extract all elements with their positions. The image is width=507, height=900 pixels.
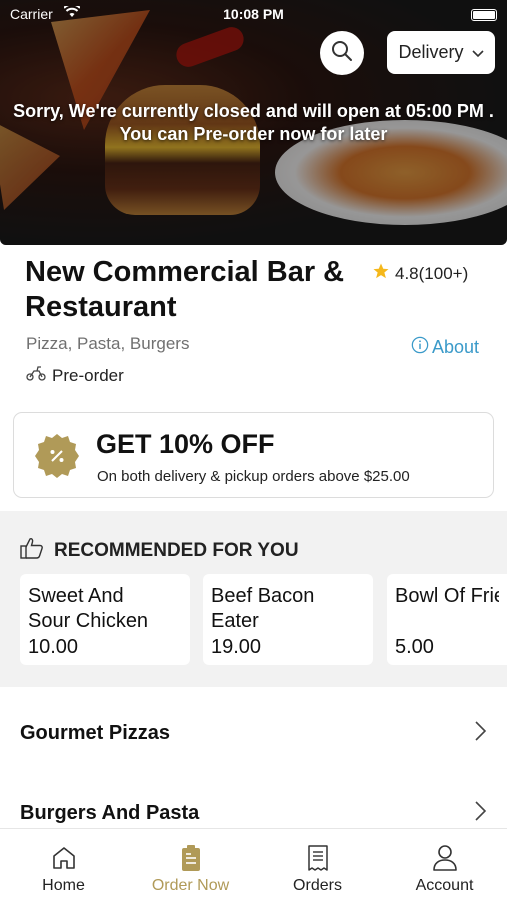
category-label: Burgers And Pasta <box>20 802 200 824</box>
category-label: Gourmet Pizzas <box>20 722 171 744</box>
offer-subtitle: On both delivery & pickup orders above $… <box>97 468 410 485</box>
scooter-icon <box>26 365 46 386</box>
battery-icon <box>471 9 497 21</box>
item-price: 10.00 <box>28 636 79 658</box>
cuisine-list: Pizza, Pasta, Burgers <box>26 334 190 353</box>
person-icon <box>432 843 458 873</box>
item-price: 5.00 <box>395 636 434 658</box>
category-row[interactable]: Gourmet Pizzas <box>0 712 507 752</box>
tab-account[interactable]: Account <box>381 829 507 900</box>
rating-value: 4.8(100+) <box>395 263 469 283</box>
status-bar: Carrier 10:08 PM <box>0 3 507 24</box>
tab-label: Order Now <box>151 877 230 894</box>
tab-order-now[interactable]: Order Now <box>127 829 254 900</box>
recommended-heading: RECOMMENDED FOR YOU <box>20 537 299 565</box>
recommended-section: RECOMMENDED FOR YOU Sweet And Sour Chick… <box>0 511 507 687</box>
hero-banner: Carrier 10:08 PM Delivery Sorry, We're c… <box>0 0 507 245</box>
chevron-right-icon <box>473 800 487 827</box>
item-name: Beef Bacon <box>211 585 315 607</box>
rating: 4.8(100+) <box>372 262 468 285</box>
category-row[interactable]: Burgers And Pasta <box>0 792 507 832</box>
recommended-item-card[interactable]: Beef Bacon Eater 19.00 <box>203 574 373 665</box>
thumbs-up-icon <box>20 537 44 565</box>
closed-notice-line2: You can Pre-order now for later <box>119 124 388 144</box>
item-price: 19.00 <box>211 636 262 658</box>
tab-label: Orders <box>293 877 342 894</box>
about-label: About <box>432 337 480 357</box>
recommended-item-card[interactable]: Sweet And Sour Chicken 10.00 <box>20 574 190 665</box>
restaurant-name: New Commercial Bar & Restaurant <box>25 256 345 323</box>
about-link[interactable]: About <box>411 336 479 359</box>
info-icon <box>411 336 429 359</box>
item-name: Sweet And <box>28 585 124 607</box>
tab-home[interactable]: Home <box>0 829 127 900</box>
recommended-heading-label: RECOMMENDED FOR YOU <box>54 540 299 561</box>
bottom-tab-bar: Home Order Now Orders Account <box>0 828 507 900</box>
chevron-down-icon <box>471 42 484 63</box>
search-icon <box>331 40 353 67</box>
chevron-right-icon <box>473 720 487 747</box>
item-name: Bowl Of Fries <box>395 585 499 607</box>
receipt-icon <box>306 843 330 873</box>
home-icon <box>51 843 77 873</box>
offer-title: GET 10% OFF <box>96 429 275 459</box>
tab-label: Account <box>415 877 474 894</box>
recommended-item-card[interactable]: Bowl Of Fries 5.00 <box>387 574 507 665</box>
order-mode: Pre-order <box>26 365 124 386</box>
item-name: Eater <box>211 610 259 632</box>
closed-notice-line1: Sorry, We're currently closed and will o… <box>13 101 494 121</box>
clock: 10:08 PM <box>223 6 284 22</box>
tab-label: Home <box>42 877 85 894</box>
star-icon <box>372 262 390 285</box>
item-name: Sour Chicken <box>28 610 149 632</box>
delivery-mode-dropdown[interactable]: Delivery <box>387 31 495 74</box>
discount-badge-icon <box>33 432 81 480</box>
tab-orders[interactable]: Orders <box>254 829 381 900</box>
order-bag-icon <box>179 843 203 873</box>
order-mode-label: Pre-order <box>52 365 124 385</box>
search-button[interactable] <box>320 31 364 75</box>
offer-card[interactable]: GET 10% OFF On both delivery & pickup or… <box>13 412 494 498</box>
delivery-mode-label: Delivery <box>398 42 464 62</box>
closed-notice: Sorry, We're currently closed and will o… <box>0 100 507 146</box>
